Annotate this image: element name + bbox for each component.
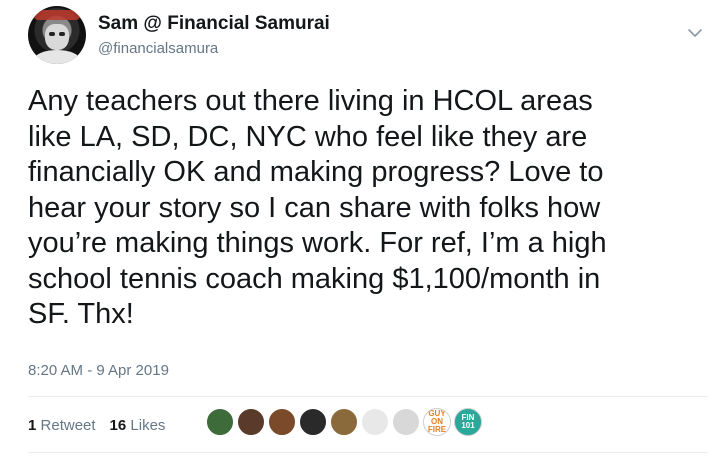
likes-count: 16 (109, 416, 127, 434)
avatar-shoulders (34, 50, 80, 64)
tweet-stats: 1 Retweet 16 Likes (28, 410, 179, 440)
divider-bottom (28, 452, 708, 453)
liker-avatar-4[interactable] (299, 408, 327, 436)
retweets-count: 1 (28, 416, 37, 434)
liker-avatars: GUY ON FIRE FIN 101 (206, 408, 485, 436)
liker-logo-text: FIN 101 (461, 413, 475, 430)
liker-avatar-8[interactable]: GUY ON FIRE (423, 408, 451, 436)
liker-avatar-1[interactable] (206, 408, 234, 436)
avatar-eye-right (59, 32, 65, 36)
avatar-headband (34, 10, 80, 20)
tweet-card: Sam @ Financial Samurai @financialsamura… (0, 0, 728, 465)
avatar-face (45, 24, 69, 50)
liker-logo-text: GUY ON FIRE (427, 409, 447, 434)
tweet-timestamp[interactable]: 8:20 AM - 9 Apr 2019 (28, 362, 169, 379)
divider-top (28, 396, 708, 397)
liker-avatar-2[interactable] (237, 408, 265, 436)
author-avatar[interactable] (28, 6, 86, 64)
retweets-label: Retweet (40, 416, 96, 434)
liker-avatar-7[interactable] (392, 408, 420, 436)
liker-avatar-6[interactable] (361, 408, 389, 436)
likes-stat[interactable]: 16 Likes (110, 417, 166, 434)
chevron-down-icon[interactable] (686, 26, 704, 40)
liker-avatar-3[interactable] (268, 408, 296, 436)
liker-avatar-5[interactable] (330, 408, 358, 436)
retweets-stat[interactable]: 1 Retweet (28, 417, 96, 434)
avatar-eye-left (49, 32, 55, 36)
author-display-name[interactable]: Sam @ Financial Samurai (98, 13, 330, 35)
author-handle[interactable]: @financialsamura (98, 39, 330, 59)
likes-label: Likes (130, 416, 166, 434)
liker-avatar-9[interactable]: FIN 101 (454, 408, 482, 436)
author-names: Sam @ Financial Samurai @financialsamura (98, 13, 330, 59)
tweet-header: Sam @ Financial Samurai @financialsamura (28, 6, 708, 66)
tweet-text: Any teachers out there living in HCOL ar… (28, 85, 607, 330)
